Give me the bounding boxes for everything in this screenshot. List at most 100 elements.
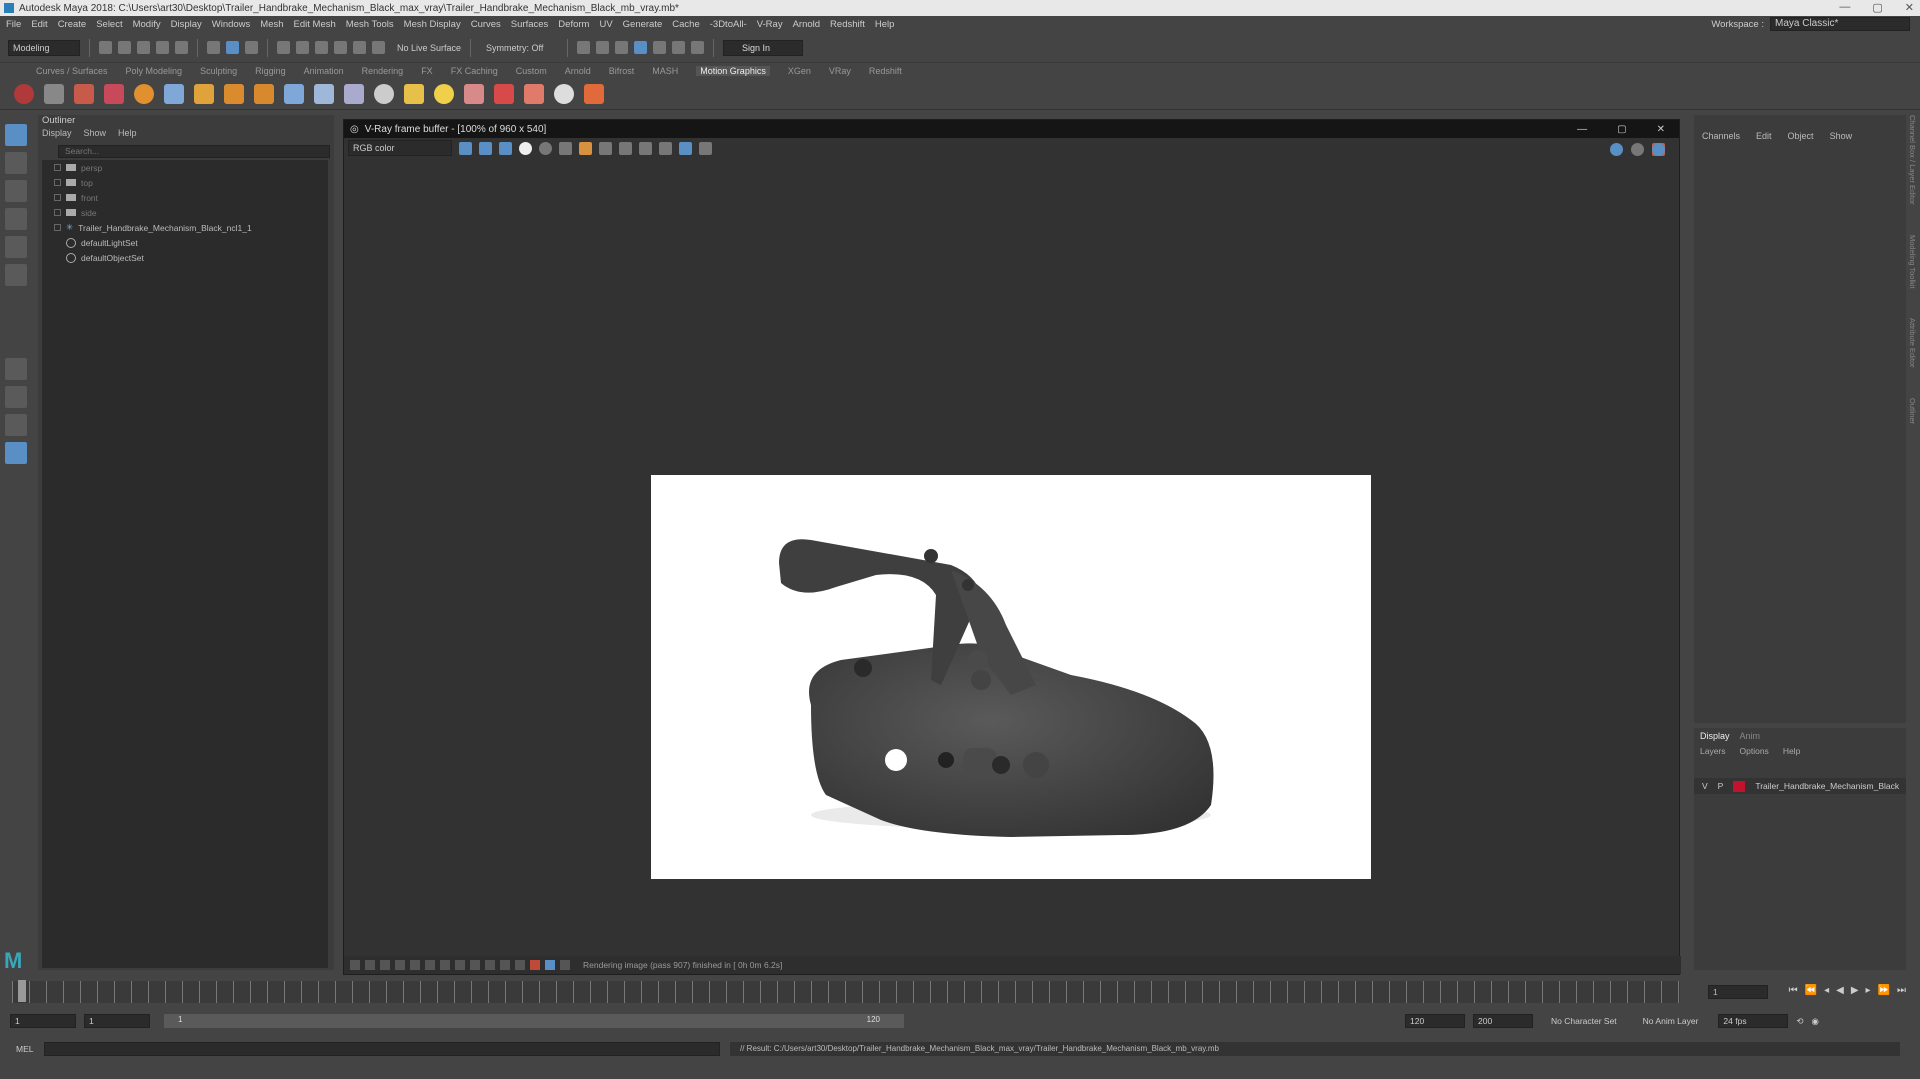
layer-playback-toggle[interactable]: P bbox=[1718, 781, 1724, 791]
status-tool-icon[interactable] bbox=[425, 960, 435, 970]
layers-menu-options[interactable]: Options bbox=[1740, 746, 1769, 756]
new-scene-icon[interactable] bbox=[99, 41, 112, 54]
shelf-tab[interactable]: Bifrost bbox=[609, 66, 635, 76]
outliner-item[interactable]: persp bbox=[42, 160, 328, 175]
expand-icon[interactable] bbox=[54, 179, 61, 186]
close-button[interactable]: ✕ bbox=[1905, 1, 1914, 14]
loop-icon[interactable] bbox=[374, 83, 394, 104]
scale-tool-icon[interactable] bbox=[5, 264, 27, 286]
ipr-render-icon[interactable] bbox=[596, 41, 610, 54]
layers-menu-layers[interactable]: Layers bbox=[1700, 746, 1726, 756]
vfb-canvas[interactable] bbox=[344, 160, 1681, 955]
two-panel-layout-icon[interactable] bbox=[5, 414, 27, 436]
outliner-item[interactable]: ✳ Trailer_Handbrake_Mechanism_Black_ncl1_… bbox=[42, 220, 328, 235]
alpha-channel-icon[interactable] bbox=[519, 141, 532, 155]
select-component-icon[interactable] bbox=[245, 41, 258, 54]
status-tool-icon[interactable] bbox=[500, 960, 510, 970]
fps-dropdown[interactable]: 24 fps bbox=[1718, 1014, 1789, 1028]
status-tool-icon[interactable] bbox=[545, 960, 555, 970]
step-forward-frame-icon[interactable]: ▸ bbox=[1866, 985, 1871, 996]
menu-redshift[interactable]: Redshift bbox=[830, 19, 865, 30]
track-mouse-icon[interactable] bbox=[639, 141, 652, 155]
step-back-key-icon[interactable]: ⏪ bbox=[1805, 985, 1817, 996]
menu-select[interactable]: Select bbox=[96, 19, 122, 30]
status-tool-icon[interactable] bbox=[410, 960, 420, 970]
expand-icon[interactable] bbox=[54, 209, 61, 216]
playback-end-field[interactable]: 120 bbox=[1405, 1014, 1465, 1028]
outliner-item[interactable]: front bbox=[42, 190, 328, 205]
render-current-frame-icon[interactable] bbox=[577, 41, 591, 54]
status-tool-icon[interactable] bbox=[350, 960, 360, 970]
box-icon[interactable] bbox=[254, 83, 274, 104]
menu-help[interactable]: Help bbox=[875, 19, 895, 30]
shelf-tab[interactable]: Rigging bbox=[255, 66, 286, 76]
outliner-item[interactable]: defaultLightSet bbox=[42, 235, 328, 250]
open-scene-icon[interactable] bbox=[118, 41, 131, 54]
make-live-icon[interactable] bbox=[372, 41, 385, 54]
shelf-tab[interactable]: XGen bbox=[788, 66, 811, 76]
status-tool-icon[interactable] bbox=[530, 960, 540, 970]
outliner-item[interactable]: top bbox=[42, 175, 328, 190]
snap-point-icon[interactable] bbox=[315, 41, 328, 54]
menu-generate[interactable]: Generate bbox=[623, 19, 663, 30]
menu-deform[interactable]: Deform bbox=[558, 19, 589, 30]
render-view-icon[interactable] bbox=[653, 41, 667, 54]
playhead[interactable] bbox=[18, 980, 26, 1002]
layers-menu-help[interactable]: Help bbox=[1783, 746, 1800, 756]
layer-name[interactable]: Trailer_Handbrake_Mechanism_Black bbox=[1755, 781, 1899, 791]
play-forward-icon[interactable]: ▶ bbox=[1851, 985, 1859, 996]
playback-start-field[interactable]: 1 bbox=[84, 1014, 150, 1028]
menu-mesh-tools[interactable]: Mesh Tools bbox=[346, 19, 394, 30]
menu-windows[interactable]: Windows bbox=[212, 19, 251, 30]
menu-arnold[interactable]: Arnold bbox=[793, 19, 820, 30]
shelf-tab[interactable]: Sculpting bbox=[200, 66, 237, 76]
step-forward-key-icon[interactable]: ⏩ bbox=[1878, 985, 1890, 996]
plus-icon[interactable] bbox=[584, 83, 604, 104]
menu-mesh[interactable]: Mesh bbox=[260, 19, 283, 30]
shelf-tab[interactable]: Redshift bbox=[869, 66, 902, 76]
shelf-tab[interactable]: Animation bbox=[304, 66, 344, 76]
vfb-close-button[interactable]: ✕ bbox=[1657, 124, 1665, 135]
load-image-icon[interactable] bbox=[579, 141, 592, 155]
time-slider[interactable]: 1 ⏮ ⏪ ◂ ◀ ▶ ▸ ⏩ ⏭ bbox=[0, 978, 1920, 1006]
channelbox-menu-show[interactable]: Show bbox=[1830, 131, 1853, 141]
channel-dropdown[interactable]: RGB color bbox=[348, 140, 452, 156]
channelbox-menu-edit[interactable]: Edit bbox=[1756, 131, 1772, 141]
expand-icon[interactable] bbox=[54, 164, 61, 171]
redo-icon[interactable] bbox=[175, 41, 188, 54]
move-tool-icon[interactable] bbox=[5, 208, 27, 230]
vfb-minimize-button[interactable]: — bbox=[1577, 124, 1587, 135]
side-tab-attribute-editor[interactable]: Attribute Editor bbox=[1908, 318, 1917, 368]
save-icon[interactable] bbox=[559, 141, 572, 155]
vray-render-icon[interactable] bbox=[672, 41, 686, 54]
expand-icon[interactable] bbox=[54, 194, 61, 201]
link-icon[interactable] bbox=[659, 141, 672, 155]
auto-key-icon[interactable]: ◉ bbox=[1812, 1016, 1819, 1027]
menu-set-dropdown[interactable]: Modeling bbox=[8, 39, 80, 56]
shelf-tab[interactable]: MASH bbox=[652, 66, 678, 76]
text-icon[interactable] bbox=[194, 83, 214, 104]
region-render-icon[interactable] bbox=[619, 141, 632, 155]
menu-mesh-display[interactable]: Mesh Display bbox=[404, 19, 461, 30]
menu-curves[interactable]: Curves bbox=[471, 19, 501, 30]
outliner-menu-help[interactable]: Help bbox=[118, 128, 137, 142]
expand-icon[interactable] bbox=[54, 224, 61, 231]
shelf-tab[interactable]: Arnold bbox=[565, 66, 591, 76]
shelf-tab[interactable]: Curves / Surfaces bbox=[36, 66, 108, 76]
single-perspective-layout-icon[interactable] bbox=[5, 358, 27, 380]
mel-label[interactable]: MEL bbox=[0, 1044, 40, 1054]
side-tab-modeling-toolkit[interactable]: Modeling Toolkit bbox=[1908, 235, 1917, 289]
hypershade-icon[interactable] bbox=[634, 41, 648, 54]
menu-cache[interactable]: Cache bbox=[672, 19, 699, 30]
shirt-icon[interactable] bbox=[494, 83, 514, 104]
channelbox-menu-channels[interactable]: Channels bbox=[1702, 131, 1740, 141]
render-settings-icon[interactable] bbox=[615, 41, 629, 54]
lasso-tool-icon[interactable] bbox=[5, 152, 27, 174]
four-view-layout-icon[interactable] bbox=[5, 386, 27, 408]
character-set-dropdown[interactable]: No Character Set bbox=[1551, 1016, 1617, 1026]
paint-icon[interactable] bbox=[104, 83, 124, 104]
menu-modify[interactable]: Modify bbox=[133, 19, 161, 30]
play-backward-icon[interactable]: ◀ bbox=[1836, 985, 1844, 996]
shelf-tab[interactable]: Rendering bbox=[362, 66, 404, 76]
menu-surfaces[interactable]: Surfaces bbox=[511, 19, 549, 30]
